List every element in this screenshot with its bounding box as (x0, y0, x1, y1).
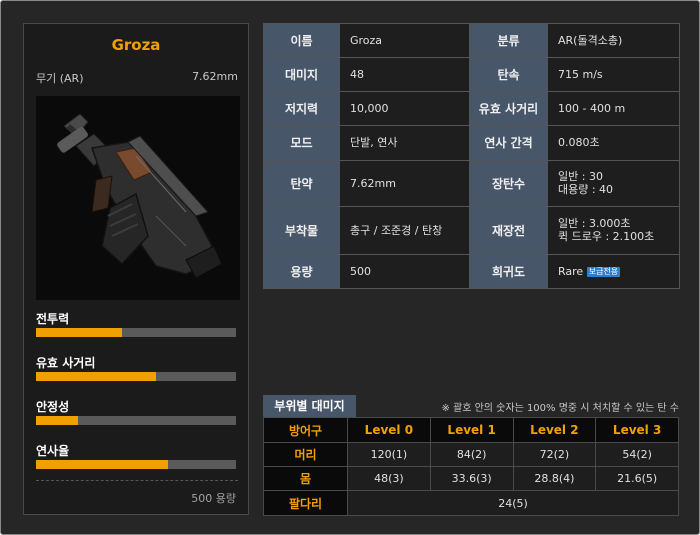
stat-stability: 안정성 (36, 398, 236, 425)
info-key: 이름 (263, 22, 340, 59)
damage-header-level: Level 0 (347, 417, 431, 443)
info-key: 탄약 (263, 159, 340, 207)
stat-bar-fill (36, 416, 78, 425)
info-key: 탄속 (469, 57, 548, 93)
damage-value: 120(1) (347, 442, 431, 467)
info-value: 7.62mm (339, 159, 470, 207)
weapon-image (36, 96, 240, 300)
mag-extended: 대용량 : 40 (558, 183, 614, 197)
info-key: 부착물 (263, 205, 340, 255)
weapon-class: 무기 (AR) (36, 72, 84, 85)
stat-bar-fill (36, 328, 122, 337)
info-row: 모드 단발, 연사 연사 간격 0.080초 (263, 125, 680, 161)
stat-effective-range: 유효 사거리 (36, 354, 236, 381)
stat-label: 연사율 (36, 444, 70, 458)
info-key: 장탄수 (469, 159, 548, 207)
weapon-caliber: 7.62mm (192, 70, 238, 83)
damage-header-armor: 방어구 (263, 417, 348, 443)
stat-bar (36, 372, 236, 381)
damage-value: 28.8(4) (512, 466, 597, 491)
reload-normal: 일반 : 3.000초 (558, 217, 631, 231)
weapon-info-table: 이름 Groza 분류 AR(돌격소총) 대미지 48 탄속 715 m/s 저… (263, 22, 680, 290)
stat-combat-power: 전투력 (36, 310, 236, 337)
damage-row-limbs: 팔다리 24(5) (263, 490, 679, 516)
info-key: 모드 (263, 125, 340, 161)
damage-value: 21.6(5) (595, 466, 679, 491)
info-row: 부착물 총구 / 조준경 / 탄창 재장전 일반 : 3.000초 퀵 드로우 … (263, 205, 680, 255)
info-key: 저지력 (263, 91, 340, 127)
reload-quick: 퀵 드로우 : 2.100초 (558, 230, 655, 244)
damage-header-level: Level 2 (512, 417, 597, 443)
info-key: 희귀도 (469, 253, 548, 290)
stat-bar-fill (36, 460, 168, 469)
info-value: 100 - 400 m (547, 91, 680, 127)
info-value: AR(돌격소총) (547, 22, 680, 59)
info-value: 단발, 연사 (339, 125, 470, 161)
item-panel: Groza 무기 (AR) 7.62mm 전투력 유효 사거리 안정성 연사율 … (0, 0, 700, 535)
info-value: 일반 : 3.000초 퀵 드로우 : 2.100초 (547, 205, 680, 255)
damage-header-row: 방어구 Level 0 Level 1 Level 2 Level 3 (263, 417, 679, 443)
damage-value: 48(3) (347, 466, 431, 491)
damage-header-level: Level 1 (429, 417, 514, 443)
stat-label: 안정성 (36, 400, 70, 414)
info-value: 일반 : 30 대용량 : 40 (547, 159, 680, 207)
info-value: 48 (339, 57, 470, 93)
damage-value: 54(2) (595, 442, 679, 467)
info-value: Rare 보급전용 (547, 253, 680, 290)
damage-value: 33.6(3) (429, 466, 514, 491)
stat-bar (36, 328, 236, 337)
damage-table: 방어구 Level 0 Level 1 Level 2 Level 3 머리 1… (263, 417, 679, 516)
stat-label: 전투력 (36, 312, 70, 326)
info-key: 재장전 (469, 205, 548, 255)
damage-header-level: Level 3 (595, 417, 679, 443)
damage-value: 72(2) (512, 442, 597, 467)
damage-value: 24(5) (347, 490, 679, 516)
info-key: 분류 (469, 22, 548, 59)
info-row: 저지력 10,000 유효 사거리 100 - 400 m (263, 91, 680, 127)
stat-bar (36, 460, 236, 469)
info-row: 탄약 7.62mm 장탄수 일반 : 30 대용량 : 40 (263, 159, 680, 207)
info-row: 이름 Groza 분류 AR(돌격소총) (263, 22, 680, 59)
damage-tab: 부위별 대미지 (263, 395, 356, 417)
info-key: 대미지 (263, 57, 340, 93)
info-key: 용량 (263, 253, 340, 290)
damage-part: 팔다리 (263, 490, 348, 516)
damage-row-head: 머리 120(1) 84(2) 72(2) 54(2) (263, 442, 679, 467)
info-value: Groza (339, 22, 470, 59)
weapon-name: Groza (111, 36, 161, 54)
info-value: 10,000 (339, 91, 470, 127)
stat-bar (36, 416, 236, 425)
weapon-class-row: 무기 (AR) 7.62mm (36, 70, 238, 86)
mag-normal: 일반 : 30 (558, 170, 603, 184)
info-row: 용량 500 희귀도 Rare 보급전용 (263, 253, 680, 290)
damage-part: 머리 (263, 442, 348, 467)
groza-rifle-icon (57, 113, 223, 279)
damage-part: 몸 (263, 466, 348, 491)
stat-fire-rate: 연사율 (36, 442, 236, 469)
weapon-card: Groza 무기 (AR) 7.62mm 전투력 유효 사거리 안정성 연사율 … (23, 23, 249, 515)
info-key: 연사 간격 (469, 125, 548, 161)
stat-label: 유효 사거리 (36, 356, 96, 370)
divider (36, 480, 238, 481)
info-row: 대미지 48 탄속 715 m/s (263, 57, 680, 93)
info-key: 유효 사거리 (469, 91, 548, 127)
damage-note: ※ 괄호 안의 숫자는 100% 명중 시 처치할 수 있는 탄 수 (441, 403, 679, 414)
info-value: 총구 / 조준경 / 탄창 (339, 205, 470, 255)
info-value: 715 m/s (547, 57, 680, 93)
capacity-text: 500 용량 (191, 492, 236, 505)
damage-value: 84(2) (429, 442, 514, 467)
damage-row-body: 몸 48(3) 33.6(3) 28.8(4) 21.6(5) (263, 466, 679, 491)
info-value: 500 (339, 253, 470, 290)
supply-only-badge: 보급전용 (586, 266, 621, 277)
info-value: 0.080초 (547, 125, 680, 161)
rarity-text: Rare (558, 264, 584, 278)
stat-bar-fill (36, 372, 156, 381)
